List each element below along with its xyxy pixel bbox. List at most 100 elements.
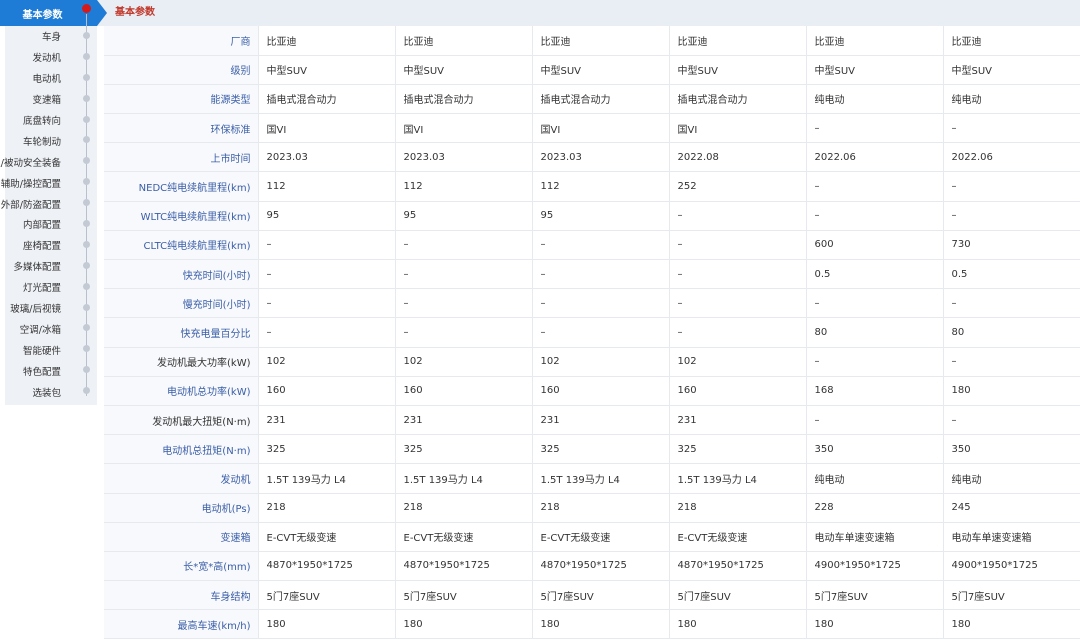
table-row: 电动机(Ps) 218 218 218 218 228 245	[104, 493, 1080, 523]
table-cell: 168	[806, 376, 944, 406]
table-cell: 228	[806, 493, 944, 523]
row-label: 慢充时间(小时)	[104, 288, 259, 319]
row-label: 发动机	[104, 463, 259, 494]
table-cell: 国VI	[395, 113, 533, 144]
table-cell: –	[258, 259, 396, 290]
table-cell: 4870*1950*1725	[669, 551, 807, 582]
table-cell: –	[395, 288, 533, 319]
table-cell: 2022.08	[669, 142, 807, 173]
table-row: 上市时间 2023.03 2023.03 2023.03 2022.08 2022.06 2…	[104, 142, 1080, 173]
table-cell: 插电式混合动力	[395, 84, 533, 115]
table-row: NEDC纯电续航里程(km) 112 112 112 252– –	[104, 171, 1080, 202]
table-row: 发动机最大功率(kW) 102 102 102 102– –	[104, 347, 1080, 377]
table-cell: 纯电动	[806, 84, 944, 115]
timeline-dot-icon	[83, 199, 90, 207]
timeline-dot-icon	[83, 282, 90, 290]
table-cell: 纯电动	[806, 463, 944, 494]
table-cell: 102	[532, 347, 670, 377]
sidebar-item-basic-params[interactable]: 基本参数	[0, 0, 97, 26]
sidebar-item[interactable]: 内部配置	[5, 214, 97, 235]
sidebar-item[interactable]: 辅助/操控配置	[1, 172, 97, 193]
table-cell: 218	[395, 493, 533, 523]
table-cell: 102	[669, 347, 807, 377]
timeline-dot-icon	[83, 136, 90, 144]
active-marker-icon	[82, 4, 91, 13]
table-cell: 252	[669, 171, 807, 202]
sidebar-item[interactable]: 车轮制动	[5, 130, 97, 151]
sidebar-item[interactable]: 电动机	[5, 68, 97, 89]
table-cell: 0.5	[806, 259, 944, 290]
sidebar-item[interactable]: 外部/防盗配置	[1, 193, 97, 214]
table-cell: 112	[532, 171, 670, 202]
row-label: 电动机总扭矩(N·m)	[104, 434, 259, 465]
sidebar-item[interactable]: 特色配置	[5, 360, 97, 381]
sidebar-item-label: 智能硬件	[22, 345, 61, 357]
table-cell: 180	[806, 609, 944, 640]
sidebar-item[interactable]: 智能硬件	[5, 339, 97, 360]
sidebar-item[interactable]: 灯光配置	[5, 277, 97, 298]
table-cell: 插电式混合动力	[258, 84, 396, 115]
timeline-dot-icon	[83, 220, 90, 228]
timeline-dot-icon	[83, 387, 90, 395]
section-header: 基本参数	[97, 0, 1080, 26]
sidebar-item[interactable]: 座椅配置	[5, 235, 97, 256]
table-cell: 80	[943, 317, 1080, 348]
table-cell: 中型SUV	[669, 55, 807, 85]
table-cell: 600	[806, 230, 944, 261]
sidebar-item[interactable]: 空调/冰箱	[5, 318, 97, 339]
table-cell: 112	[395, 171, 533, 202]
table-cell: 180	[532, 609, 670, 640]
table-cell: –	[943, 347, 1080, 377]
sidebar-item[interactable]: 底盘转向	[5, 110, 97, 131]
sidebar-item[interactable]: 发动机	[5, 47, 97, 68]
table-cell: 1.5T 139马力 L4	[395, 463, 533, 494]
table-cell: 5门7座SUV	[669, 580, 807, 611]
sidebar-item[interactable]: 玻璃/后视镜	[5, 298, 97, 319]
table-cell: –	[669, 288, 807, 319]
sidebar-item-label: 外部/防盗配置	[0, 199, 61, 211]
sidebar-item[interactable]: 车身	[5, 26, 97, 47]
sidebar-item-label: 选装包	[32, 387, 61, 399]
sidebar-item[interactable]: 多媒体配置	[5, 256, 97, 277]
table-cell: E-CVT无级变速	[395, 522, 533, 552]
row-label: WLTC纯电续航里程(km)	[104, 201, 259, 231]
table-cell: –	[532, 230, 670, 261]
table-cell: 102	[258, 347, 396, 377]
row-label: 发动机最大功率(kW)	[104, 347, 259, 377]
sidebar-item-label: 特色配置	[22, 366, 61, 378]
table-cell: 231	[395, 405, 533, 436]
sidebar-item-label: 车身	[41, 32, 61, 44]
sidebar-item[interactable]: 选装包	[5, 381, 97, 402]
table-cell: 102	[395, 347, 533, 377]
table-cell: 5门7座SUV	[943, 580, 1080, 611]
table-cell: –	[806, 171, 944, 202]
table-cell: –	[943, 201, 1080, 231]
table-row: 长*宽*高(mm) 4870*1950*1725 4870*1950*1725 487…	[104, 551, 1080, 582]
table-cell: 4870*1950*1725	[532, 551, 670, 582]
table-cell: 4900*1950*1725	[943, 551, 1080, 582]
sidebar-item-label: 多媒体配置	[13, 262, 61, 274]
table-cell: 95	[395, 201, 533, 231]
sidebar-list: 车身发动机电动机变速箱底盘转向车轮制动主/被动安全装备辅助/操控配置外部/防盗配…	[0, 26, 97, 402]
table-cell: 180	[258, 609, 396, 640]
timeline-dot-icon	[83, 366, 90, 374]
table-cell: 插电式混合动力	[532, 84, 670, 115]
row-label: 快充电量百分比	[104, 317, 259, 348]
table-cell: 中型SUV	[943, 55, 1080, 85]
table-cell: 160	[532, 376, 670, 406]
table-cell: 2022.06	[943, 142, 1080, 173]
table-cell: 国VI	[669, 113, 807, 144]
table-cell: –	[669, 317, 807, 348]
sidebar-item[interactable]: 变速箱	[5, 89, 97, 110]
table-cell: E-CVT无级变速	[669, 522, 807, 552]
table-cell: 插电式混合动力	[669, 84, 807, 115]
sidebar-item-label: 内部配置	[22, 220, 61, 232]
table-cell: –	[943, 113, 1080, 144]
sidebar-item-label: 灯光配置	[22, 283, 61, 295]
table-cell: –	[669, 230, 807, 261]
table-row: 发动机最大扭矩(N·m) 231 231 231 231– –	[104, 405, 1080, 436]
table-cell: –	[669, 259, 807, 290]
timeline-dot-icon	[83, 157, 90, 165]
table-row: 能源类型 插电式混合动力 插电式混合动力 插电式混合动力 插电式混合动力 纯电动 纯电动	[104, 84, 1080, 115]
sidebar-item[interactable]: 主/被动安全装备	[0, 151, 97, 172]
